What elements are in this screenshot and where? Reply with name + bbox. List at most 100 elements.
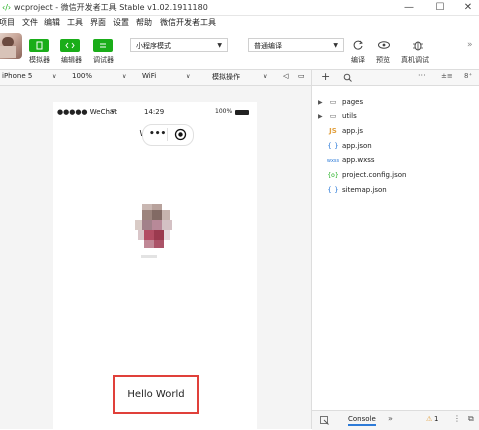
tree-item-label: sitemap.json bbox=[342, 186, 387, 194]
collapse-icon[interactable]: ±≡ bbox=[441, 72, 453, 80]
menu-item-file[interactable]: 文件 bbox=[22, 17, 38, 28]
compile-select-value: 普通编译 bbox=[254, 42, 282, 50]
simulator-toolbar: iPhone 5 ∨ 100% ∨ WiFi ∨ 模拟操作 ∨ ◁ ▭ bbox=[0, 70, 312, 86]
eye-icon bbox=[378, 41, 390, 49]
status-bar: ●●●●● WeChat ᯤ 14:29 100% bbox=[53, 102, 257, 124]
debug-icon bbox=[100, 43, 106, 48]
chevron-down-icon: ∨ bbox=[186, 73, 191, 80]
window-title: wcproject - 微信开发者工具 Stable v1.02.1911180 bbox=[14, 3, 208, 12]
refresh-icon bbox=[353, 40, 363, 50]
compile-button[interactable] bbox=[350, 38, 366, 52]
code-icon bbox=[65, 42, 75, 49]
tree-item-app-wxss[interactable]: wxss app.wxss bbox=[318, 153, 375, 167]
menu-item-settings[interactable]: 设置 bbox=[113, 17, 129, 28]
console-bar: Console » ⚠ 1 ⋮ ⧉ bbox=[312, 410, 479, 430]
undock-icon[interactable]: ⧉ bbox=[468, 414, 474, 424]
title-bar: ‹/› wcproject - 微信开发者工具 Stable v1.02.191… bbox=[0, 0, 479, 16]
wifi-icon: ᯤ bbox=[110, 107, 117, 115]
warning-count: 1 bbox=[434, 415, 439, 423]
editor-label: 编辑器 bbox=[61, 56, 82, 64]
toolbar-overflow-button[interactable]: » bbox=[467, 40, 473, 50]
tree-item-label: app.js bbox=[342, 127, 363, 135]
editor-toggle-button[interactable] bbox=[60, 39, 80, 52]
maximize-button[interactable]: ☐ bbox=[427, 0, 453, 15]
chevron-down-icon: ▼ bbox=[217, 42, 222, 49]
phone-icon bbox=[36, 41, 43, 50]
mute-icon[interactable]: ◁ bbox=[283, 72, 288, 80]
compile-select[interactable]: 普通编译 ▼ bbox=[248, 38, 344, 52]
menu-item-edit[interactable]: 编辑 bbox=[44, 17, 60, 28]
tree-item-label: app.json bbox=[342, 142, 372, 150]
warning-icon: ⚠ bbox=[426, 415, 433, 423]
preview-label: 预览 bbox=[376, 56, 390, 64]
debugger-toggle-button[interactable] bbox=[93, 39, 113, 52]
chevron-down-icon: ∨ bbox=[122, 73, 127, 80]
tree-item-label: utils bbox=[342, 112, 357, 120]
close-miniprogram-icon[interactable] bbox=[174, 128, 187, 141]
explorer-header: + ··· ±≡ 8⁺ bbox=[312, 70, 479, 86]
device-select[interactable]: iPhone 5 bbox=[2, 72, 32, 80]
tree-item-sitemap-json[interactable]: { } sitemap.json bbox=[318, 183, 387, 197]
json-file-icon: { } bbox=[327, 186, 339, 194]
chevron-down-icon: ∨ bbox=[263, 73, 268, 80]
more-dots-icon[interactable]: ••• bbox=[149, 129, 166, 139]
carrier-text: ●●●●● WeChat bbox=[57, 108, 117, 116]
tree-item-label: project.config.json bbox=[342, 171, 407, 179]
menu-bar: 项目 文件 编辑 工具 界面 设置 帮助 微信开发者工具 bbox=[0, 16, 479, 29]
remote-debug-button[interactable] bbox=[410, 38, 426, 52]
battery-percent: 100% bbox=[215, 108, 233, 115]
menu-item-project[interactable]: 项目 bbox=[0, 17, 15, 28]
network-select[interactable]: WiFi bbox=[142, 72, 156, 80]
user-avatar bbox=[135, 204, 175, 260]
add-file-button[interactable]: + bbox=[321, 70, 330, 83]
capsule-menu: ••• bbox=[142, 124, 194, 146]
more-options-button[interactable]: ··· bbox=[418, 71, 426, 80]
close-button[interactable]: ✕ bbox=[455, 0, 479, 15]
preview-button[interactable] bbox=[376, 38, 392, 52]
simulator-label: 模拟器 bbox=[29, 56, 50, 64]
inspect-icon[interactable] bbox=[320, 416, 329, 425]
status-time: 14:29 bbox=[144, 108, 165, 116]
tree-item-project-config[interactable]: {o} project.config.json bbox=[318, 168, 406, 182]
app-icon: ‹/› bbox=[2, 3, 12, 12]
split-icon[interactable]: 8⁺ bbox=[464, 72, 472, 80]
tree-item-label: app.wxss bbox=[342, 156, 375, 164]
menu-item-view[interactable]: 界面 bbox=[90, 17, 106, 28]
wxss-file-icon: wxss bbox=[326, 158, 340, 164]
tree-item-app-js[interactable]: JS app.js bbox=[318, 124, 363, 138]
console-tab[interactable]: Console bbox=[348, 415, 376, 426]
compile-label: 编译 bbox=[351, 56, 365, 64]
chevron-right-icon: ▶ bbox=[318, 99, 323, 106]
config-file-icon: {o} bbox=[327, 172, 339, 179]
js-file-icon: JS bbox=[329, 127, 337, 135]
chevron-down-icon: ∨ bbox=[52, 73, 57, 80]
bug-icon bbox=[413, 41, 423, 51]
menu-item-tools[interactable]: 工具 bbox=[67, 17, 83, 28]
zoom-select[interactable]: 100% bbox=[72, 72, 92, 80]
remote-debug-label: 真机调试 bbox=[401, 56, 429, 64]
mode-select[interactable]: 小程序模式 ▼ bbox=[130, 38, 228, 52]
capsule-divider bbox=[167, 128, 168, 141]
avatar[interactable] bbox=[0, 33, 22, 59]
tree-item-app-json[interactable]: { } app.json bbox=[318, 139, 372, 153]
minimize-button[interactable]: — bbox=[396, 0, 422, 15]
simulate-ops-select[interactable]: 模拟操作 bbox=[212, 72, 240, 82]
menu-item-help[interactable]: 帮助 bbox=[136, 17, 152, 28]
chevron-down-icon: ▼ bbox=[333, 42, 338, 49]
chevron-right-icon: ▶ bbox=[318, 113, 323, 120]
hello-world-text: Hello World bbox=[113, 375, 199, 414]
menu-item-wechat-devtools[interactable]: 微信开发者工具 bbox=[160, 17, 216, 28]
search-icon[interactable] bbox=[343, 73, 352, 82]
simulator-toggle-button[interactable] bbox=[29, 39, 49, 52]
more-tabs-button[interactable]: » bbox=[388, 414, 393, 423]
mode-select-value: 小程序模式 bbox=[136, 42, 171, 50]
tree-item-label: pages bbox=[342, 98, 364, 106]
json-file-icon: { } bbox=[327, 142, 339, 150]
tree-item-utils[interactable]: ▶ ▭ utils bbox=[318, 109, 357, 123]
folder-icon: ▭ bbox=[329, 112, 337, 120]
folder-icon: ▭ bbox=[329, 98, 337, 106]
tree-item-pages[interactable]: ▶ ▭ pages bbox=[318, 95, 363, 109]
screen-icon[interactable]: ▭ bbox=[298, 72, 305, 80]
kebab-menu-icon[interactable]: ⋮ bbox=[453, 414, 461, 423]
debugger-label: 调试器 bbox=[93, 56, 114, 64]
